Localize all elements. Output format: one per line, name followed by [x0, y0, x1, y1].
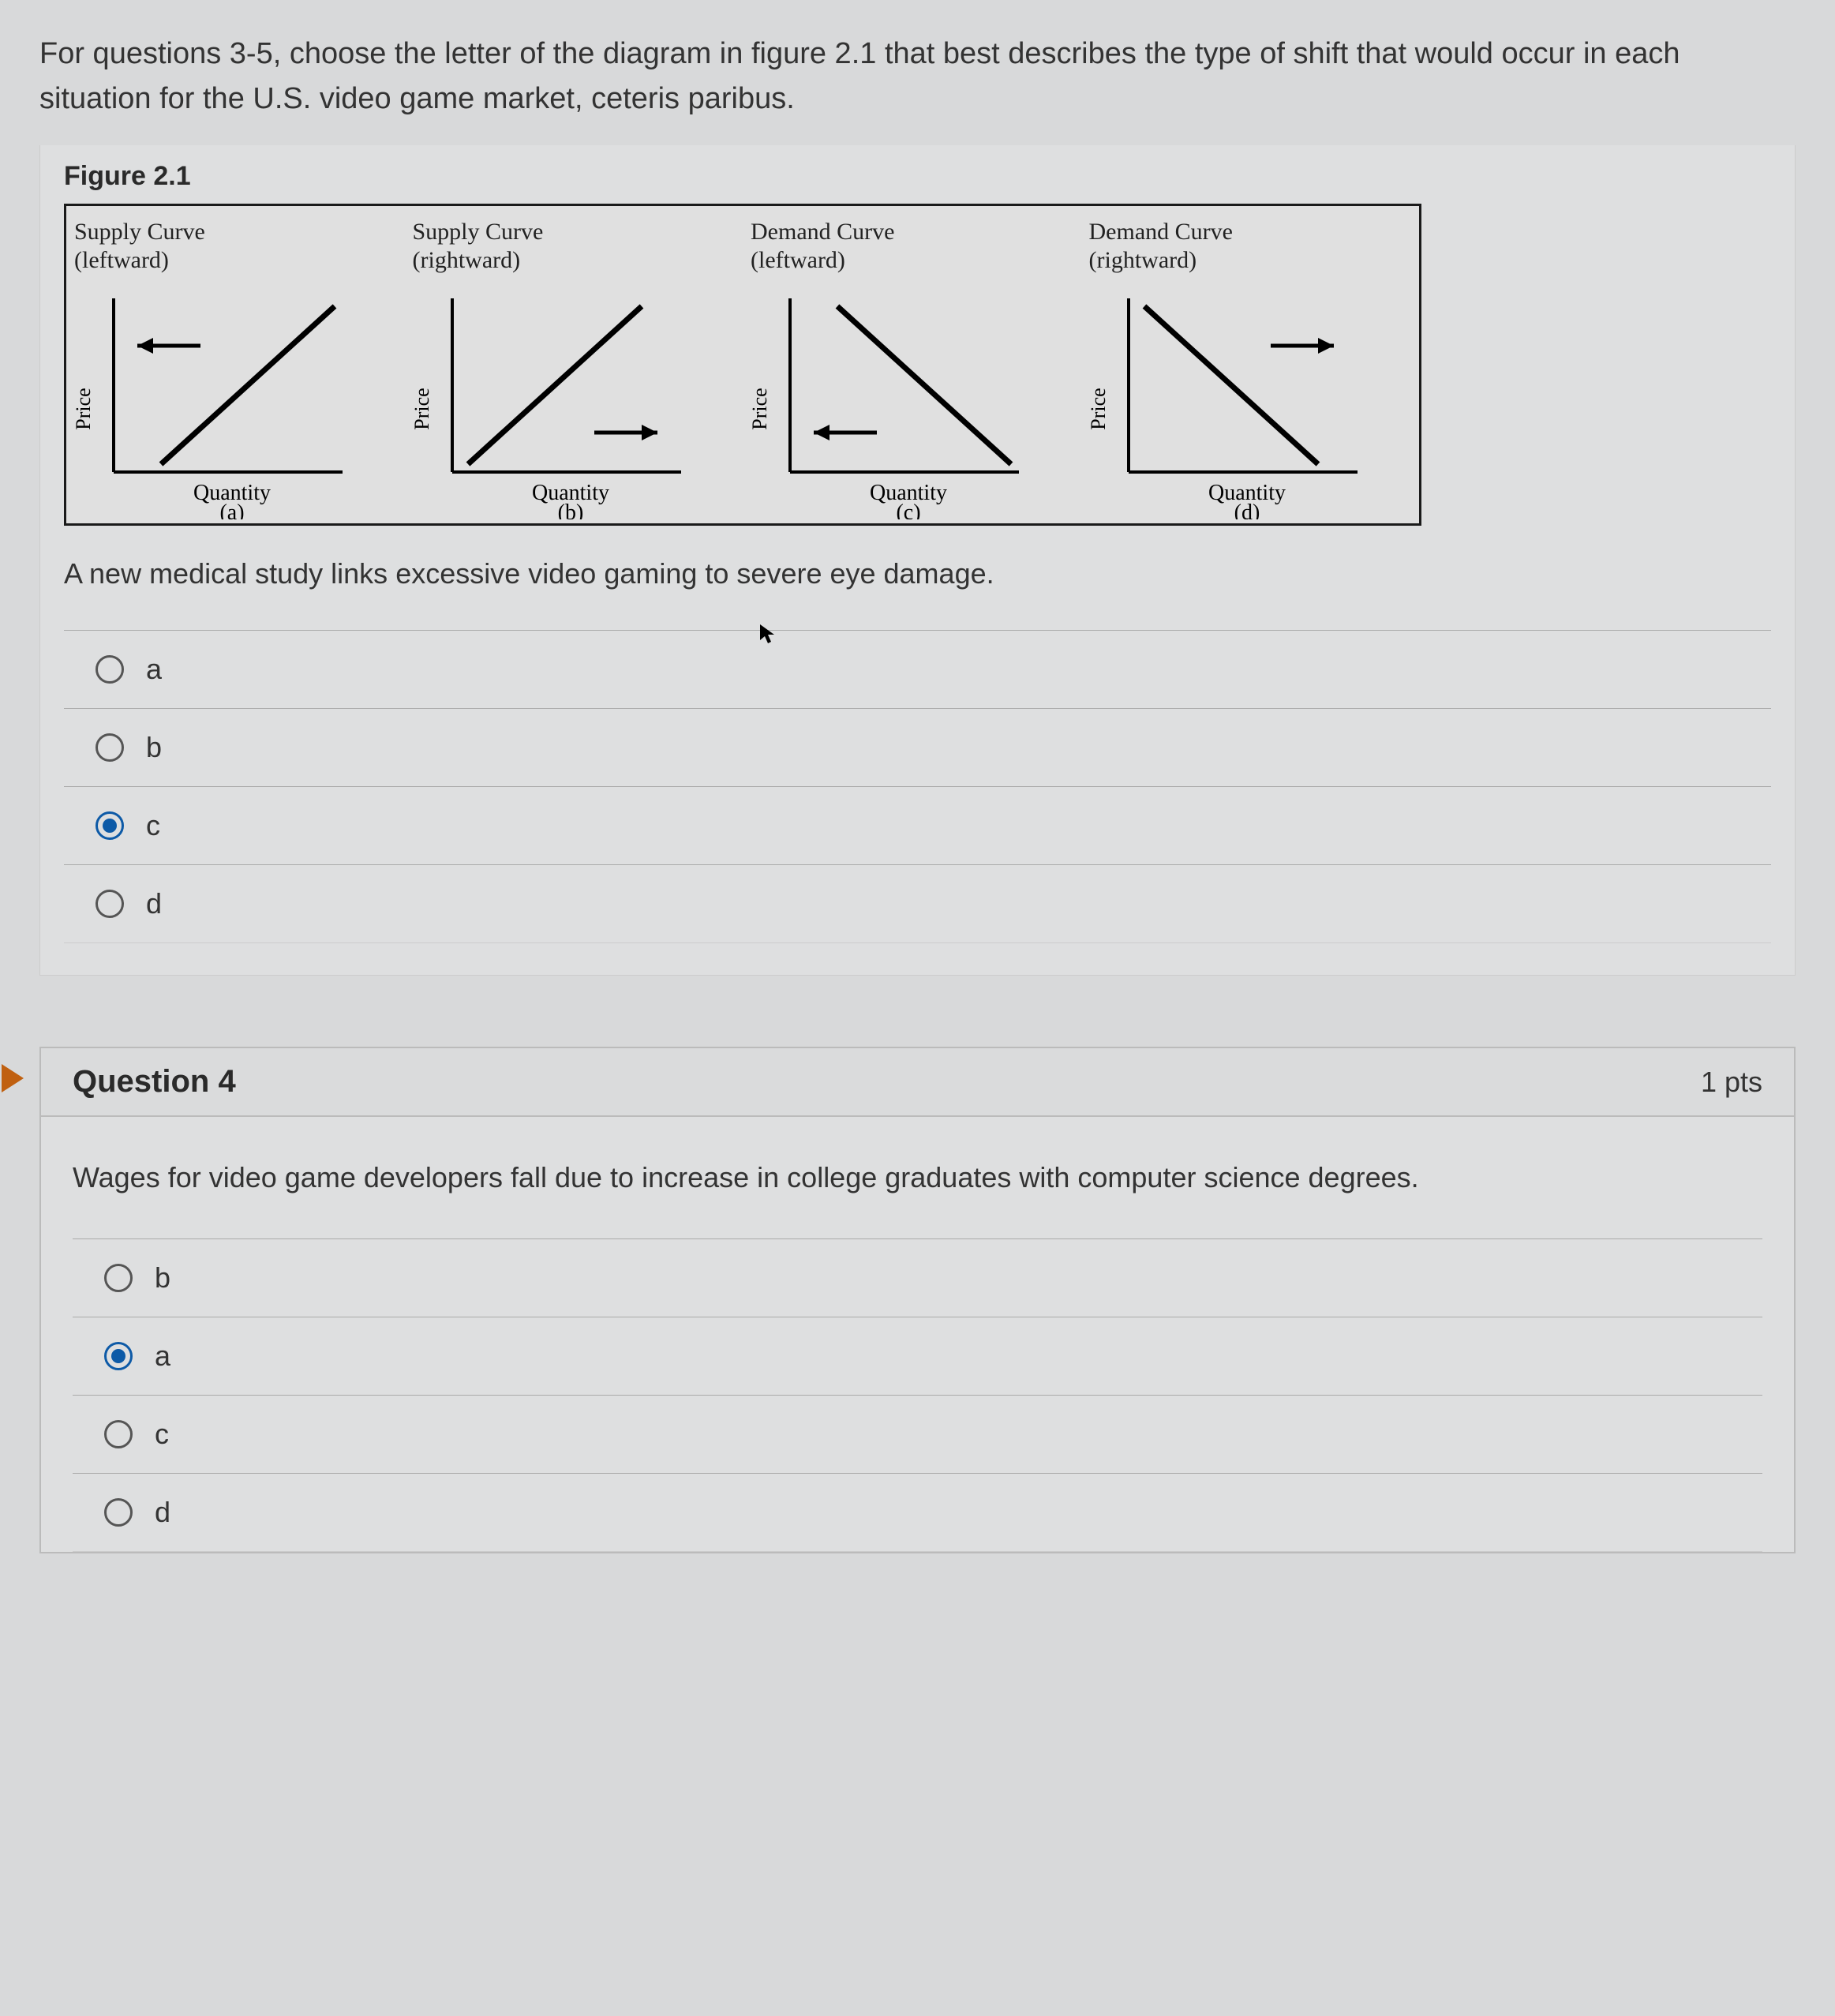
q3-option-b[interactable]: b	[64, 708, 1771, 786]
radio-icon	[95, 655, 124, 684]
option-label: a	[146, 653, 162, 686]
option-label: d	[146, 887, 162, 920]
radio-icon	[104, 1420, 133, 1448]
chart-panel-a: Supply Curve (leftward) Price Quantity (…	[66, 206, 405, 523]
chart-title-d-l1: Demand Curve	[1089, 219, 1233, 245]
radio-icon-selected	[95, 811, 124, 840]
radio-icon	[95, 733, 124, 762]
option-label: b	[146, 731, 162, 764]
chart-title-b-l1: Supply Curve	[413, 219, 544, 245]
ylabel-b: Price	[413, 388, 433, 429]
radio-icon	[104, 1264, 133, 1292]
option-label: c	[146, 809, 160, 842]
question-4-points: 1 pts	[1701, 1066, 1762, 1099]
q3-option-c[interactable]: c	[64, 786, 1771, 864]
question-4-card: Question 4 1 pts Wages for video game de…	[39, 1047, 1796, 1553]
chart-title-a-l2: (leftward)	[74, 247, 169, 273]
letter-a: (a)	[219, 500, 244, 519]
chart-title-c-l2: (leftward)	[751, 247, 845, 273]
chart-title-d-l2: (rightward)	[1089, 247, 1197, 273]
ylabel-c: Price	[751, 388, 771, 429]
ylabel-d: Price	[1089, 388, 1110, 429]
chart-title-c-l1: Demand Curve	[751, 219, 894, 245]
chart-title-b-l2: (rightward)	[413, 247, 521, 273]
figure-label: Figure 2.1	[64, 161, 1771, 192]
radio-icon	[95, 890, 124, 918]
q4-option-b[interactable]: b	[73, 1238, 1762, 1317]
q3-option-a[interactable]: a	[64, 630, 1771, 708]
letter-b: (b)	[557, 500, 583, 519]
question-3-card: Figure 2.1 Supply Curve (leftward) Price…	[39, 145, 1796, 976]
mouse-cursor-icon	[758, 622, 777, 651]
chart-panel-d: Demand Curve (rightward) Price Quantity …	[1081, 206, 1420, 523]
chart-svg-c: Price Quantity (c)	[751, 283, 1050, 519]
option-label: d	[155, 1496, 170, 1529]
q4-prompt: Wages for video game developers fall due…	[73, 1156, 1762, 1199]
q3-option-d[interactable]: d	[64, 864, 1771, 943]
q4-option-d[interactable]: d	[73, 1473, 1762, 1552]
letter-d: (d)	[1234, 500, 1260, 519]
option-label: b	[155, 1261, 170, 1295]
instructions-text: For questions 3-5, choose the letter of …	[39, 32, 1796, 122]
figure-2-1: Supply Curve (leftward) Price Quantity (…	[64, 204, 1421, 526]
question-marker-icon	[2, 1064, 24, 1092]
chart-title-a-l1: Supply Curve	[74, 219, 205, 245]
q3-prompt: A new medical study links excessive vide…	[64, 557, 1771, 590]
radio-icon	[104, 1498, 133, 1527]
q4-option-a[interactable]: a	[73, 1317, 1762, 1395]
option-label: c	[155, 1418, 169, 1451]
chart-svg-d: Price Quantity (d)	[1089, 283, 1389, 519]
letter-c: (c)	[896, 500, 920, 519]
question-4-title: Question 4	[73, 1064, 236, 1100]
question-4-header: Question 4 1 pts	[41, 1048, 1794, 1117]
radio-icon-selected	[104, 1342, 133, 1370]
ylabel-a: Price	[74, 388, 95, 429]
chart-svg-a: Price Quantity (a)	[74, 283, 374, 519]
option-label: a	[155, 1340, 170, 1373]
chart-panel-c: Demand Curve (leftward) Price Quantity (…	[743, 206, 1081, 523]
q4-option-c[interactable]: c	[73, 1395, 1762, 1473]
chart-svg-b: Price Quantity (b)	[413, 283, 713, 519]
chart-panel-b: Supply Curve (rightward) Price Quantity …	[405, 206, 743, 523]
